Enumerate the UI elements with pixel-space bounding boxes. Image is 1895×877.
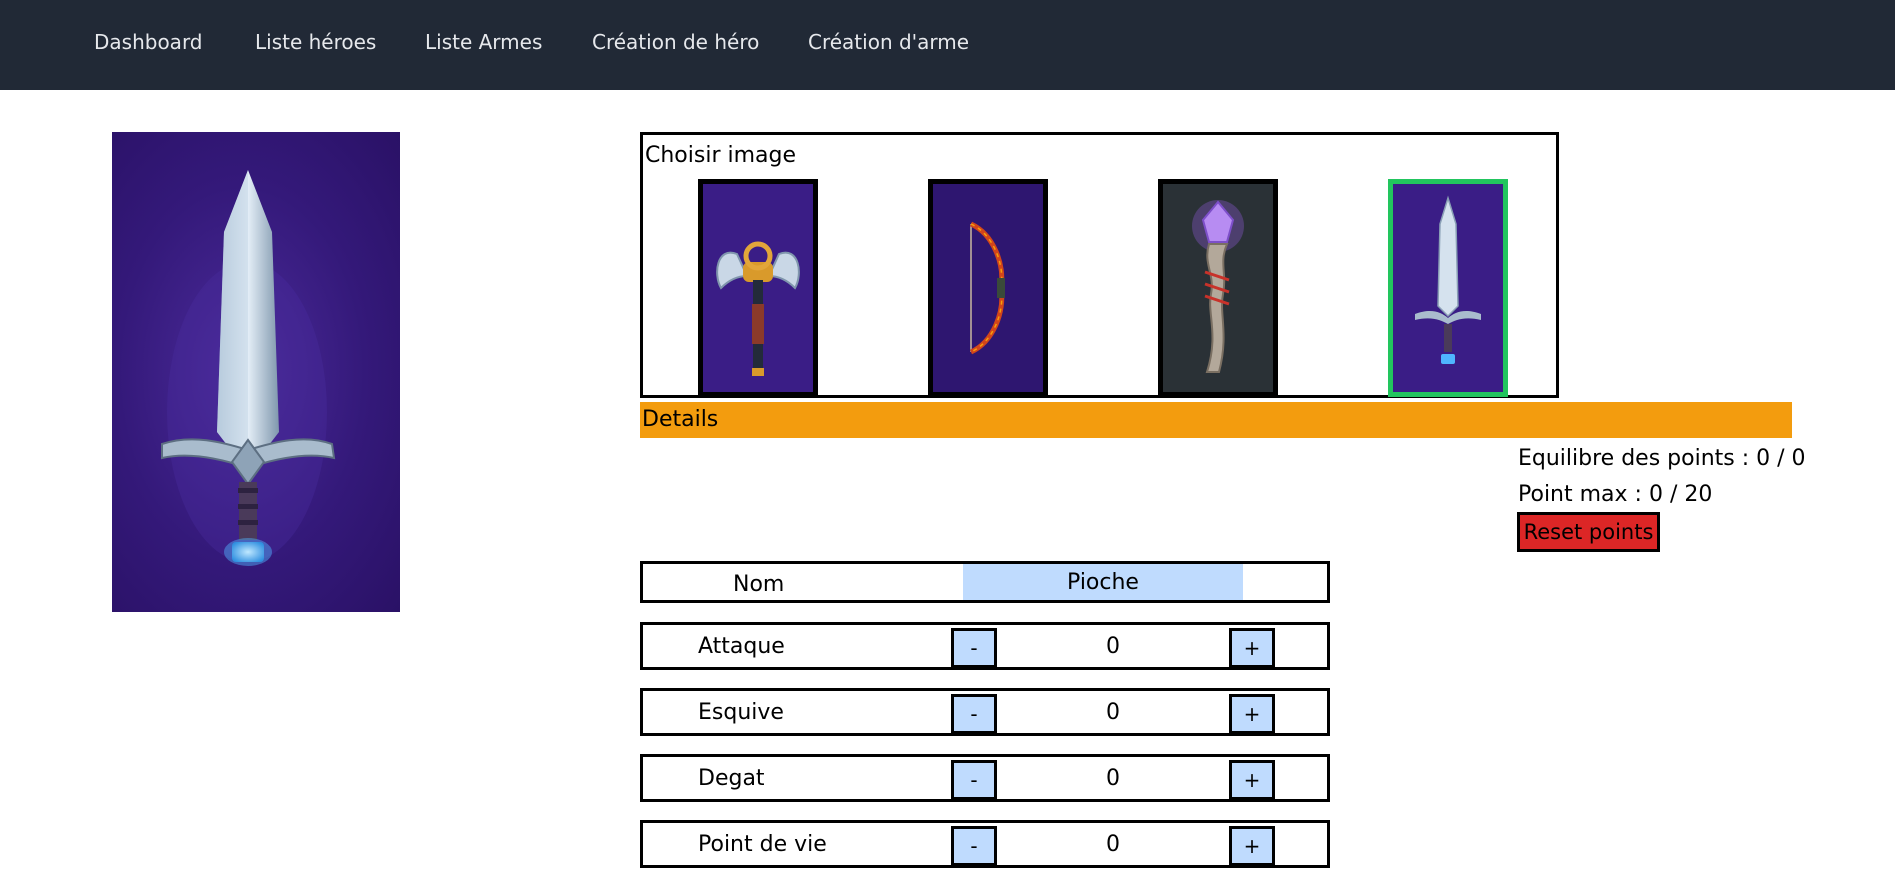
image-option-bow[interactable] — [928, 179, 1048, 397]
decrement-esquive-button[interactable]: - — [951, 694, 997, 734]
points-max: Point max : 0 / 20 — [1518, 482, 1713, 507]
name-input[interactable] — [963, 564, 1243, 600]
stat-row-point-de-vie: Point de vie - 0 + — [640, 820, 1330, 868]
stat-row-attaque: Attaque - 0 + — [640, 622, 1330, 670]
stat-value: 0 — [1106, 700, 1120, 725]
name-label: Nom — [733, 572, 785, 597]
nav-link-liste-heroes[interactable]: Liste héroes — [255, 30, 376, 54]
increment-point-de-vie-button[interactable]: + — [1229, 826, 1275, 866]
nav-link-dashboard[interactable]: Dashboard — [94, 30, 203, 54]
magic-staff-icon — [1163, 184, 1273, 392]
decrement-point-de-vie-button[interactable]: - — [951, 826, 997, 866]
nav-link-creation-arme[interactable]: Création d'arme — [808, 30, 969, 54]
increment-degat-button[interactable]: + — [1229, 760, 1275, 800]
weapon-preview-image — [112, 132, 400, 612]
nav-link-liste-armes[interactable]: Liste Armes — [425, 30, 542, 54]
image-picker-title: Choisir image — [645, 143, 797, 168]
stat-row-degat: Degat - 0 + — [640, 754, 1330, 802]
image-option-double-axe[interactable] — [698, 179, 818, 397]
reset-points-button[interactable]: Reset points — [1517, 512, 1660, 552]
stat-label: Degat — [698, 766, 765, 791]
image-picker: Choisir image — [640, 132, 1559, 398]
increment-esquive-button[interactable]: + — [1229, 694, 1275, 734]
stat-label: Esquive — [698, 700, 784, 725]
double-axe-icon — [703, 184, 813, 392]
decrement-attaque-button[interactable]: - — [951, 628, 997, 668]
increment-attaque-button[interactable]: + — [1229, 628, 1275, 668]
nav-link-creation-hero[interactable]: Création de héro — [592, 30, 759, 54]
name-row: Nom — [640, 561, 1330, 603]
image-option-magic-staff[interactable] — [1158, 179, 1278, 397]
stat-label: Attaque — [698, 634, 785, 659]
stat-row-esquive: Esquive - 0 + — [640, 688, 1330, 736]
stat-value: 0 — [1106, 766, 1120, 791]
points-balance: Equilibre des points : 0 / 0 — [1518, 446, 1806, 471]
top-navbar: Dashboard Liste héroes Liste Armes Créat… — [0, 0, 1895, 90]
stat-value: 0 — [1106, 832, 1120, 857]
image-option-sword[interactable] — [1388, 179, 1508, 397]
sword-icon — [161, 170, 336, 566]
stat-value: 0 — [1106, 634, 1120, 659]
sword-icon — [1393, 184, 1503, 392]
bow-icon — [933, 184, 1043, 392]
decrement-degat-button[interactable]: - — [951, 760, 997, 800]
details-header: Details — [640, 402, 1792, 438]
stat-label: Point de vie — [698, 832, 827, 857]
